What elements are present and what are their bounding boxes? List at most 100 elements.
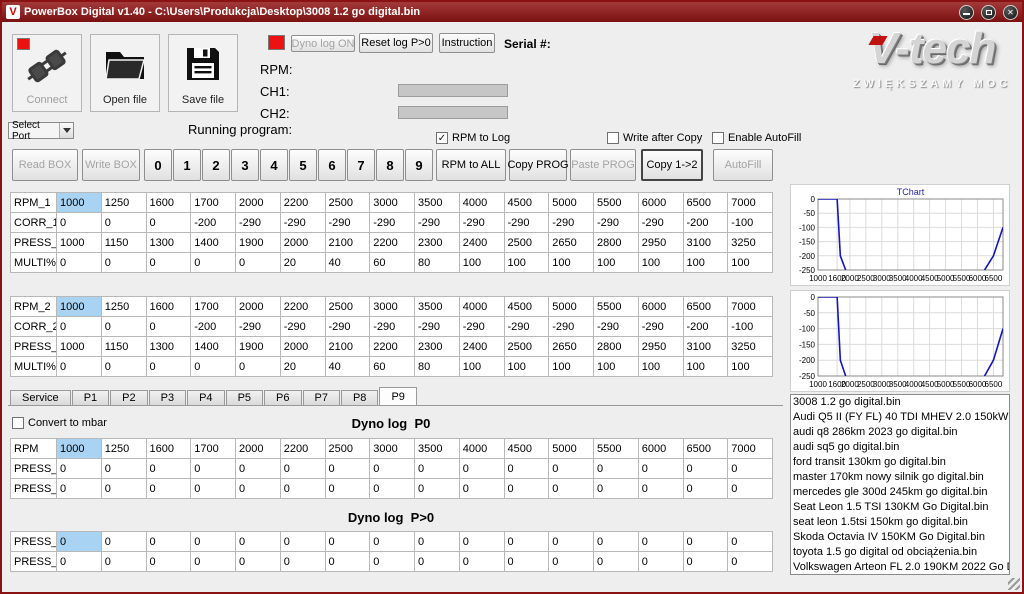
minimize-button[interactable] (959, 5, 974, 20)
cell-MULTI%-8[interactable]: 80 (415, 357, 460, 377)
cell-PRESS_2-15[interactable]: 0 (728, 479, 773, 499)
cell-RPM-10[interactable]: 4500 (504, 439, 549, 459)
cell-PRESS_1-14[interactable]: 0 (683, 532, 728, 552)
digit-button-0[interactable]: 0 (144, 149, 172, 181)
tab-p3[interactable]: P3 (149, 390, 186, 405)
cell-PRESS_2-13[interactable]: 0 (638, 552, 683, 572)
cell-RPM-2[interactable]: 1600 (146, 439, 191, 459)
cell-CORR_2-1[interactable]: 0 (101, 317, 146, 337)
cell-RPM_2-15[interactable]: 7000 (728, 297, 773, 317)
cell-MULTI%-1[interactable]: 0 (101, 357, 146, 377)
cell-CORR_1-11[interactable]: -290 (549, 213, 594, 233)
cell-RPM_1-10[interactable]: 4500 (504, 193, 549, 213)
cell-PRESS_2-11[interactable]: 0 (549, 479, 594, 499)
cell-PRESS_2-11[interactable]: 2650 (549, 337, 594, 357)
cell-PRESS_1-10[interactable]: 0 (504, 459, 549, 479)
cell-RPM_1-11[interactable]: 5000 (549, 193, 594, 213)
cell-PRESS_2-8[interactable]: 0 (415, 479, 460, 499)
cell-MULTI%-5[interactable]: 20 (280, 357, 325, 377)
cell-MULTI%-1[interactable]: 0 (101, 253, 146, 273)
cell-RPM_1-2[interactable]: 1600 (146, 193, 191, 213)
cell-PRESS_2-11[interactable]: 0 (549, 552, 594, 572)
cell-MULTI%-8[interactable]: 80 (415, 253, 460, 273)
cell-MULTI%-3[interactable]: 0 (191, 253, 236, 273)
cell-PRESS_1-14[interactable]: 3100 (683, 233, 728, 253)
cell-RPM-9[interactable]: 4000 (459, 439, 504, 459)
cell-RPM_2-1[interactable]: 1250 (101, 297, 146, 317)
cell-PRESS_2-13[interactable]: 0 (638, 479, 683, 499)
cell-CORR_1-3[interactable]: -200 (191, 213, 236, 233)
tab-p1[interactable]: P1 (72, 390, 109, 405)
cell-PRESS_1-15[interactable]: 0 (728, 532, 773, 552)
cell-PRESS_1-11[interactable]: 2650 (549, 233, 594, 253)
cell-PRESS_1-10[interactable]: 2500 (504, 233, 549, 253)
cell-PRESS_1-9[interactable]: 0 (459, 459, 504, 479)
file-list-item-skoda-octavia-iv-150km-go-digi[interactable]: Skoda Octavia IV 150KM Go Digital.bin (791, 530, 1009, 545)
cell-PRESS_2-13[interactable]: 2950 (638, 337, 683, 357)
cell-RPM_2-2[interactable]: 1600 (146, 297, 191, 317)
cell-MULTI%-3[interactable]: 0 (191, 357, 236, 377)
cell-RPM-12[interactable]: 5500 (594, 439, 639, 459)
cell-PRESS_1-11[interactable]: 0 (549, 532, 594, 552)
read-box-button[interactable]: Read BOX (12, 149, 78, 181)
cell-PRESS_1-9[interactable]: 2400 (459, 233, 504, 253)
cell-CORR_1-14[interactable]: -200 (683, 213, 728, 233)
cell-PRESS_2-7[interactable]: 0 (370, 479, 415, 499)
cell-PRESS_2-1[interactable]: 0 (101, 479, 146, 499)
cell-RPM_2-4[interactable]: 2000 (236, 297, 281, 317)
cell-PRESS_2-2[interactable]: 1300 (146, 337, 191, 357)
cell-PRESS_1-3[interactable]: 1400 (191, 233, 236, 253)
copy-1-to-2-button[interactable]: Copy 1->2 (641, 149, 703, 181)
cell-PRESS_2-14[interactable]: 3100 (683, 337, 728, 357)
cell-RPM_1-13[interactable]: 6000 (638, 193, 683, 213)
enable-autofill-checkbox-box[interactable] (712, 132, 724, 144)
cell-RPM-14[interactable]: 6500 (683, 439, 728, 459)
cell-PRESS_1-12[interactable]: 2800 (594, 233, 639, 253)
cell-PRESS_2-2[interactable]: 0 (146, 479, 191, 499)
cell-PRESS_2-6[interactable]: 0 (325, 552, 370, 572)
file-list-item-seat-leon-1-5tsi-150km-go-digi[interactable]: seat leon 1.5tsi 150km go digital.bin (791, 515, 1009, 530)
cell-CORR_2-4[interactable]: -290 (236, 317, 281, 337)
tab-p5[interactable]: P5 (226, 390, 263, 405)
cell-RPM-13[interactable]: 6000 (638, 439, 683, 459)
cell-MULTI%-4[interactable]: 0 (236, 357, 281, 377)
cell-PRESS_2-12[interactable]: 0 (594, 479, 639, 499)
cell-RPM-3[interactable]: 1700 (191, 439, 236, 459)
cell-CORR_1-1[interactable]: 0 (101, 213, 146, 233)
file-list-item-audi-sq5-go-digital-bin[interactable]: audi sq5 go digital.bin (791, 440, 1009, 455)
cell-RPM_1-14[interactable]: 6500 (683, 193, 728, 213)
maximize-button[interactable] (981, 5, 996, 20)
cell-RPM_1-12[interactable]: 5500 (594, 193, 639, 213)
cell-MULTI%-15[interactable]: 100 (728, 357, 773, 377)
cell-PRESS_1-8[interactable]: 0 (415, 459, 460, 479)
cell-PRESS_1-2[interactable]: 0 (146, 532, 191, 552)
cell-CORR_2-11[interactable]: -290 (549, 317, 594, 337)
cell-MULTI%-4[interactable]: 0 (236, 253, 281, 273)
write-after-copy-checkbox-box[interactable] (607, 132, 619, 144)
copy-prog-button[interactable]: Copy PROG (509, 149, 567, 181)
cell-PRESS_1-13[interactable]: 0 (638, 459, 683, 479)
cell-CORR_1-2[interactable]: 0 (146, 213, 191, 233)
cell-PRESS_2-15[interactable]: 3250 (728, 337, 773, 357)
cell-PRESS_1-4[interactable]: 0 (236, 532, 281, 552)
save-file-button[interactable]: Save file (168, 34, 238, 112)
cell-PRESS_1-7[interactable]: 2200 (370, 233, 415, 253)
cell-PRESS_1-1[interactable]: 0 (101, 459, 146, 479)
rpm-to-log-checkbox[interactable]: ✓ RPM to Log (436, 132, 510, 144)
write-after-copy-checkbox[interactable]: Write after Copy (607, 132, 702, 144)
autofill-button[interactable]: AutoFill (713, 149, 773, 181)
connect-button[interactable]: Connect (12, 34, 82, 112)
cell-CORR_2-14[interactable]: -200 (683, 317, 728, 337)
dyno-log-on-button[interactable]: Dyno log ON (291, 35, 355, 52)
file-list[interactable]: 3008 1.2 go digital.binAudi Q5 II (FY FL… (790, 394, 1010, 575)
cell-PRESS_1-6[interactable]: 0 (325, 459, 370, 479)
cell-CORR_2-6[interactable]: -290 (325, 317, 370, 337)
cell-RPM-1[interactable]: 1250 (101, 439, 146, 459)
cell-CORR_2-8[interactable]: -290 (415, 317, 460, 337)
cell-PRESS_2-9[interactable]: 2400 (459, 337, 504, 357)
cell-PRESS_2-6[interactable]: 2100 (325, 337, 370, 357)
cell-MULTI%-15[interactable]: 100 (728, 253, 773, 273)
cell-CORR_2-0[interactable]: 0 (57, 317, 102, 337)
reset-log-button[interactable]: Reset log P>0 (359, 33, 433, 53)
cell-PRESS_2-12[interactable]: 2800 (594, 337, 639, 357)
